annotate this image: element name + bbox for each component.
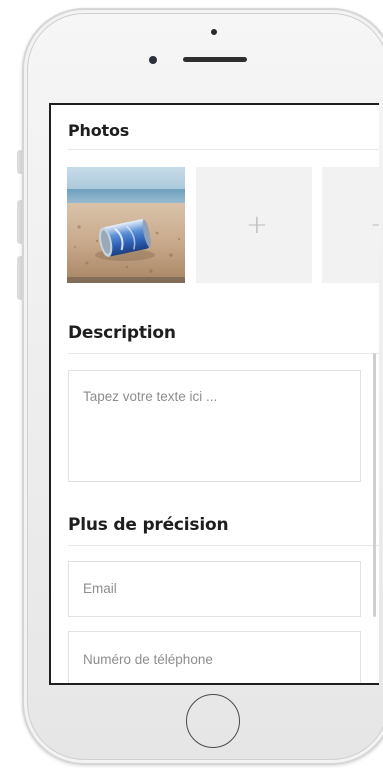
- add-photo-plus-icon: +: [246, 210, 268, 240]
- earpiece-speaker: [183, 57, 247, 62]
- add-photo-tile-partial[interactable]: +: [322, 167, 379, 283]
- email-placeholder: Email: [83, 581, 117, 596]
- phone-number-field[interactable]: Numéro de téléphone: [68, 631, 361, 683]
- add-photo-plus-icon-partial: +: [370, 212, 379, 238]
- photos-divider: [68, 149, 379, 150]
- email-field[interactable]: Email: [68, 561, 361, 617]
- details-section-title: Plus de précision: [68, 515, 229, 535]
- photos-section-title: Photos: [68, 121, 130, 140]
- phone-number-placeholder: Numéro de téléphone: [83, 652, 213, 667]
- proximity-sensor: [211, 29, 217, 35]
- photo-can-on-beach-image: [67, 167, 185, 283]
- home-button[interactable]: [186, 694, 240, 748]
- phone-screen: Photos + Description Tapez votre texte i…: [49, 103, 379, 685]
- uploaded-photo-thumbnail[interactable]: [67, 167, 185, 283]
- description-section-title: Description: [68, 323, 176, 343]
- scrollbar[interactable]: [373, 353, 376, 617]
- description-divider: [68, 353, 379, 354]
- phone-mockup-stage: Photos + Description Tapez votre texte i…: [0, 0, 383, 773]
- description-textarea[interactable]: Tapez votre texte ici ...: [68, 370, 361, 482]
- add-photo-tile[interactable]: +: [196, 167, 312, 283]
- details-divider: [68, 545, 379, 546]
- description-placeholder: Tapez votre texte ici ...: [83, 389, 218, 404]
- front-camera: [149, 56, 157, 64]
